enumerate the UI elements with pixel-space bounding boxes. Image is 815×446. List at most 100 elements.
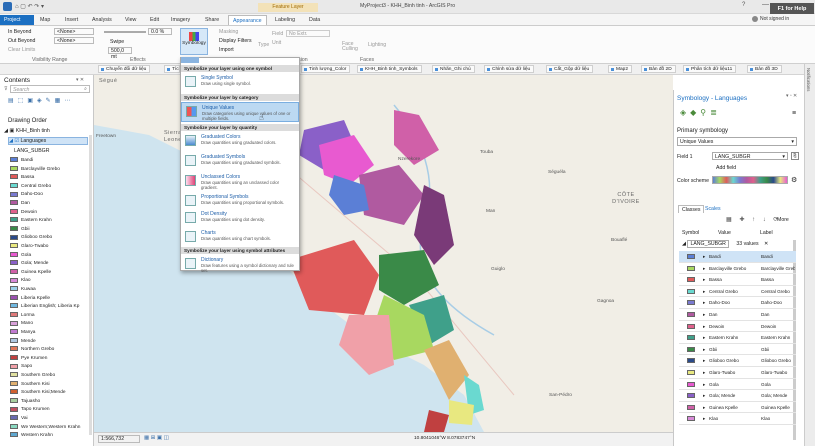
legend-item[interactable]: Northern Grebo	[10, 346, 54, 354]
legend-swatch[interactable]	[10, 286, 18, 292]
expand-icon[interactable]: ▸	[703, 254, 705, 260]
map-tab[interactable]: Bản đồ 3D	[747, 65, 782, 73]
class-row[interactable]: ▸ Glaro-Twabo Glaro-Twabo	[679, 367, 796, 379]
pane-options-icon[interactable]: ▾ ✕	[76, 77, 84, 83]
filter-icon[interactable]: ⊽	[4, 86, 8, 92]
legend-swatch[interactable]	[10, 346, 18, 352]
legend-item[interactable]: Southern Grebo	[10, 372, 55, 380]
tab-scales[interactable]: Scales	[702, 205, 724, 213]
menu-item-graduated-colors[interactable]: Graduated Colors Draw quantities using gr…	[181, 132, 299, 152]
legend-item[interactable]: Gola	[10, 251, 31, 260]
map-tab[interactable]: Tích	[164, 65, 180, 73]
user-icon[interactable]	[752, 16, 758, 22]
legend-item[interactable]: Klao	[10, 277, 31, 285]
class-row[interactable]: ▸ Dan Dan	[679, 309, 796, 321]
legend-item[interactable]: Dewoin	[10, 208, 37, 217]
legend-item[interactable]: Western Krahn	[10, 432, 53, 440]
legend-swatch[interactable]	[10, 372, 18, 378]
clear-limits-button[interactable]: Clear Limits	[8, 47, 35, 53]
legend-item[interactable]: Tajuasho	[10, 398, 40, 406]
class-label[interactable]: Bassa	[761, 277, 795, 282]
legend-item[interactable]: We Western;Western Krahn	[10, 423, 80, 432]
legend-swatch[interactable]	[10, 303, 18, 309]
expand-icon[interactable]: ▸	[703, 312, 705, 318]
class-symbol[interactable]	[687, 312, 695, 317]
tab-analysis[interactable]: Analysis	[88, 15, 116, 25]
tab-data[interactable]: Data	[305, 15, 324, 25]
close-icon[interactable]: ✕	[764, 241, 768, 247]
legend-swatch[interactable]	[10, 355, 18, 361]
sign-in-status[interactable]: Not signed in	[760, 16, 789, 22]
swipe-button[interactable]: Swipe	[110, 39, 124, 45]
legend-swatch[interactable]	[10, 320, 18, 326]
legend-swatch[interactable]	[10, 312, 18, 318]
class-row[interactable]: ▸ Klao Klao	[679, 413, 796, 425]
menu-item-graduated-symbols[interactable]: Graduated Symbols Draw quantities using g…	[181, 152, 299, 172]
scrollbar[interactable]	[89, 135, 92, 435]
contents-toolbar[interactable]: ▤⬚▣◈✎▦⋯	[8, 97, 88, 105]
legend-item[interactable]: Southern Kisi;Mende	[10, 389, 66, 397]
legend-swatch[interactable]	[10, 294, 18, 300]
tab-share[interactable]: Share	[201, 15, 223, 25]
class-label[interactable]: Klao	[761, 416, 795, 421]
min-scale-select[interactable]: <None>	[54, 28, 94, 35]
class-symbol[interactable]	[687, 404, 695, 410]
map-tab[interactable]: Chỉnh sửa dữ liệu	[484, 65, 535, 73]
legend-swatch[interactable]	[10, 174, 18, 180]
class-symbol[interactable]	[687, 358, 695, 364]
map-tab[interactable]: Chuyển đổi dữ liệu	[98, 65, 151, 73]
minimize-icon[interactable]: —	[762, 1, 769, 8]
tab-edit[interactable]: Edit	[146, 15, 163, 25]
class-row[interactable]: ▸ Daho-Doo Daho-Doo	[679, 297, 796, 309]
legend-swatch[interactable]	[10, 329, 18, 335]
class-symbol[interactable]	[687, 335, 695, 341]
class-symbol[interactable]	[687, 323, 695, 329]
menu-item-charts[interactable]: Charts Draw quantities using chart symbol…	[181, 228, 299, 248]
legend-swatch[interactable]	[10, 269, 18, 275]
nav-tools[interactable]: ▦ ⊞ ▣ ◫	[144, 435, 169, 441]
transparency-input[interactable]: 0.0 %	[148, 28, 172, 35]
legend-item[interactable]: Eastern Krahn	[10, 217, 52, 225]
class-row[interactable]: ▸ Barclayville Grebo Barclayville Grebo	[679, 263, 796, 275]
out-beyond-button[interactable]: Out Beyond	[8, 38, 35, 44]
legend-item[interactable]: Central Grebo	[10, 183, 51, 191]
class-label[interactable]: Glaro-Twabo	[761, 370, 795, 375]
help-icon[interactable]: ?	[742, 2, 745, 8]
map-tab[interactable]: Nhãn_Ghi chú	[432, 65, 475, 73]
class-symbol[interactable]	[687, 254, 695, 259]
legend-item[interactable]: Manya	[10, 329, 35, 337]
legend-swatch[interactable]	[10, 183, 18, 189]
legend-swatch[interactable]	[10, 243, 18, 249]
tab-view[interactable]: View	[121, 15, 140, 25]
method-select[interactable]: Unique Values ▾	[677, 137, 797, 146]
contents-search-input[interactable]: Search ⌕	[10, 85, 90, 93]
tab-labeling[interactable]: Labeling	[271, 15, 299, 25]
field-select[interactable]: LANG_SUBGR ▾	[712, 152, 788, 160]
legend-swatch[interactable]	[10, 226, 18, 232]
class-label[interactable]: Gbii	[761, 347, 795, 352]
sql-icon[interactable]: ⎘	[791, 152, 799, 160]
tab-imagery[interactable]: Imagery	[167, 15, 194, 25]
class-symbol[interactable]	[687, 300, 695, 306]
masking-button[interactable]: Masking	[219, 29, 238, 35]
extrusion-type-button[interactable]: Type	[258, 42, 269, 48]
legend-swatch[interactable]	[10, 200, 18, 206]
class-row[interactable]: ▸ Bandi Bandi	[679, 251, 796, 263]
class-symbol[interactable]	[687, 265, 695, 271]
legend-item[interactable]: Dan	[10, 200, 30, 208]
legend-swatch[interactable]	[10, 380, 18, 386]
map-node[interactable]: ◢ ▣ KHH_Binh tinh	[4, 128, 50, 134]
legend-item[interactable]: Bassa	[10, 174, 34, 182]
legend-swatch[interactable]	[10, 337, 18, 343]
class-label[interactable]: Central Grebo	[761, 289, 795, 294]
legend-swatch[interactable]	[10, 165, 18, 171]
legend-swatch[interactable]	[10, 389, 18, 395]
extrusion-field-select[interactable]: No Extr.	[286, 30, 330, 37]
add-field-button[interactable]: Add field	[716, 165, 736, 171]
class-row[interactable]: ▸ Eastern Krahn Eastern Krahn	[679, 332, 796, 344]
legend-swatch[interactable]	[10, 217, 18, 223]
symbology-button[interactable]: Symbology	[180, 28, 208, 55]
expand-icon[interactable]: ▸	[703, 358, 705, 364]
class-row[interactable]: ▸ Guinea Kpelle Guinea Kpelle	[679, 402, 796, 414]
class-symbol[interactable]	[687, 393, 695, 399]
